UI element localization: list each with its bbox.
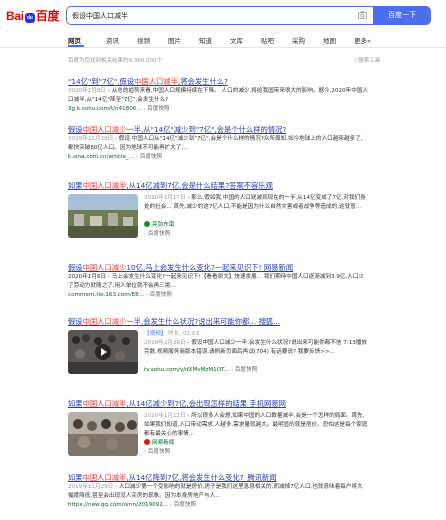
header-bar: Baidu百度 百度一下 <box>0 0 446 30</box>
result-abstract: 2020年1月12日 - 所以很多人会想,如果中国的人口数量减半,会是一个怎样的… <box>144 413 368 437</box>
result-url[interactable]: 3g.k.sohu.com/t/n41806... - 百度快照 <box>68 105 368 114</box>
search-tabs: 网页 资讯 视频 图片 知道 文库 贴吧 采购 地图 更多» <box>0 30 446 48</box>
search-result: 如果中国人口减半,从14亿降到7亿,将会发生什么变化?_腾讯新闻 2019年11… <box>68 472 368 510</box>
snapshot-link: - 百度快照 <box>231 367 258 373</box>
baidu-logo[interactable]: Bai du 百度 <box>6 7 59 24</box>
result-title-link[interactable]: 假设中国人口减少一半,会发生什么状况?说出来可能你都... 搜狐... <box>68 316 368 327</box>
result-abstract: 2019年2月26日 - 假设中国人口减少一半,会发生什么状况?说出来可能你都不… <box>144 340 367 355</box>
result-title-link[interactable]: 如果中国人口减半,从14亿减少到7亿,会出现怎样的结果 手机网易网 <box>68 398 368 409</box>
result-url[interactable]: tv.sohu.com/v/dXMvMzM1OT... - 百度快照 <box>144 366 368 375</box>
snapshot-link: - 百度快照 <box>144 449 171 455</box>
tab-more[interactable]: 更多» <box>354 35 371 45</box>
tab-caigou[interactable]: 采购 <box>292 35 305 45</box>
snapshot-link: - 百度快照 <box>145 292 172 298</box>
video-thumbnail[interactable] <box>68 330 138 374</box>
tab-video[interactable]: 视频 <box>137 35 150 45</box>
video-meta: 【视频】 时长: 01:03 <box>144 331 200 337</box>
snapshot-link: - 百度快照 <box>169 502 197 508</box>
source-logo-icon <box>144 439 150 445</box>
camera-icon[interactable] <box>358 11 367 19</box>
tab-web[interactable]: 网页 <box>68 35 81 45</box>
result-thumbnail[interactable] <box>68 412 138 456</box>
result-abstract: 2020年1月8日 - 从总的趋势来看,中国人口规模持续在下降。 人口的减少,将… <box>68 88 368 103</box>
result-title-link[interactable]: "14亿"到"7亿",假设中国人口减半,将会发生什么? <box>68 76 368 87</box>
search-button[interactable]: 百度一下 <box>373 6 431 25</box>
result-url[interactable]: comment.tie.163.com/E8... - 百度快照 <box>68 291 368 300</box>
result-abstract: 2020年1月17日 - 那么,假如我,中国的人口锐减到现在的一半,从14亿变成… <box>144 195 366 210</box>
result-title-link[interactable]: 如果中国人口减半,从14亿降到7亿,将会发生什么变化?_腾讯新闻 <box>68 472 368 483</box>
result-url[interactable]: - 百度快照 <box>144 230 368 239</box>
result-source[interactable]: 网易新闻 <box>144 439 368 448</box>
result-abstract: 2020年1月6日 - 马上会发生什么变化?一起来见识下!【看看原文】快速发展.… <box>68 274 365 289</box>
search-result: 假设中国人口减少10亿,马上会发生什么变化?一起来见识下! 网易新闻 2020年… <box>68 262 368 300</box>
result-abstract: 2019年11月29日 - 人口减少第一个受影响的就是房价,房子是我们这里息息相… <box>68 484 363 499</box>
search-result: "14亿"到"7亿",假设中国人口减半,将会发生什么? 2020年1月8日 - … <box>68 76 368 114</box>
result-url[interactable]: - 百度快照 <box>144 448 368 457</box>
search-result: 如果中国人口减半,从14亿减到7亿,会是什么结果?答案不容乐观 2020年1月1… <box>68 180 368 250</box>
tab-map[interactable]: 地图 <box>323 35 336 45</box>
source-logo-icon <box>144 221 150 227</box>
snapshot-link: - 百度快照 <box>143 106 170 112</box>
search-result: 如果中国人口减半,从14亿减少到7亿,会出现怎样的结果 手机网易网 2020年1… <box>68 398 368 468</box>
snapshot-link: - 百度快照 <box>135 154 163 160</box>
logo-text-cn: 百度 <box>35 9 60 23</box>
tab-images[interactable]: 图片 <box>168 35 181 45</box>
result-url[interactable]: k.sina.com.cn/article_... - 百度快照 <box>68 153 368 162</box>
tab-wenku[interactable]: 文库 <box>230 35 243 45</box>
tab-zhidao[interactable]: 知道 <box>199 35 212 45</box>
active-tab-indicator <box>68 45 84 47</box>
search-input[interactable] <box>67 7 347 24</box>
tab-tieba[interactable]: 贴吧 <box>261 35 274 45</box>
snapshot-link: - 百度快照 <box>144 231 171 237</box>
tab-news[interactable]: 资讯 <box>106 35 119 45</box>
search-result: 假设中国人口减少一半,从"14亿"减少到"7亿",会是个什么样的情况? 2019… <box>68 124 368 162</box>
result-title-link[interactable]: 假设中国人口减少一半,从"14亿"减少到"7亿",会是个什么样的情况? <box>68 124 368 135</box>
result-url[interactable]: https://new.qq.com/omn/2019092... - 百度快照 <box>68 501 368 510</box>
result-source[interactable]: 亮剑东南 <box>144 221 368 230</box>
search-box <box>66 6 373 25</box>
search-tools-button[interactable]: ▽搜索工具 <box>354 56 380 64</box>
play-icon[interactable] <box>95 344 111 360</box>
result-thumbnail[interactable] <box>68 194 138 238</box>
search-result: 假设中国人口减少一半,会发生什么状况?说出来可能你都... 搜狐... 【视频】… <box>68 316 368 392</box>
paw-icon: du <box>24 13 35 23</box>
result-title-link[interactable]: 假设中国人口减少10亿,马上会发生什么变化?一起来见识下! 网易新闻 <box>68 262 368 273</box>
result-title-link[interactable]: 如果中国人口减半,从14亿减到7亿,会是什么结果?答案不容乐观 <box>68 180 368 191</box>
logo-text-bai: Bai <box>6 9 24 23</box>
result-abstract: 2019年12月29日 - 假设,中国人口从"14亿"减少到"7亿",会是个什么… <box>68 136 363 151</box>
result-count: 百度为您找到相关结果约9,360,000个 <box>68 58 162 64</box>
